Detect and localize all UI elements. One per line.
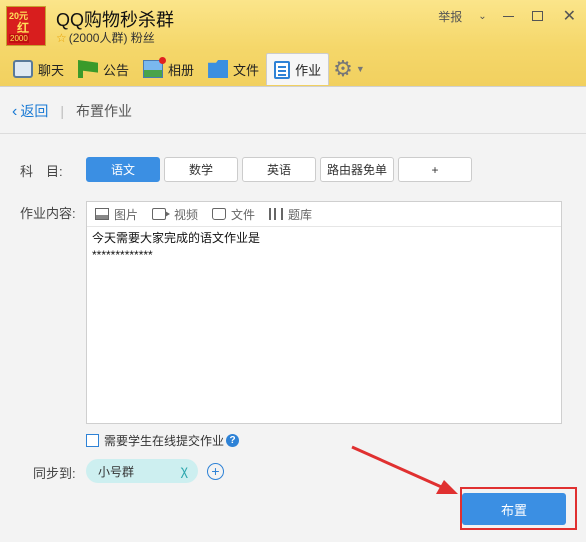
homework-content-text[interactable]: 今天需要大家完成的语文作业是 ************* <box>87 227 561 267</box>
subject-chinese-button[interactable]: 语文 <box>86 157 160 182</box>
tab-notice[interactable]: 公告 <box>71 53 136 85</box>
minimize-icon[interactable] <box>502 15 514 17</box>
sync-group-tag: 小号群 χ <box>86 459 198 483</box>
group-subtitle: ☆ (2000人群) 粉丝 <box>56 29 155 46</box>
page-title: 布置作业 <box>75 103 132 119</box>
question-bank-button[interactable]: 题库 <box>269 206 312 223</box>
subject-english-button[interactable]: 英语 <box>242 157 316 182</box>
file-icon <box>212 208 227 220</box>
tab-label: 公告 <box>103 62 130 78</box>
folder-icon <box>208 60 229 78</box>
tab-bar: 聊天 公告 相册 文件 作业 ⚙ ▼ <box>6 53 365 85</box>
sync-group-name: 小号群 <box>98 464 135 479</box>
group-avatar[interactable]: 20元 红 2000 <box>6 6 46 46</box>
insert-video-button[interactable]: 视频 <box>152 206 198 223</box>
highlight-box <box>460 487 577 530</box>
settings-button[interactable]: ⚙ ▼ <box>333 53 365 85</box>
image-icon <box>95 208 109 220</box>
add-subject-button[interactable]: + <box>398 157 472 182</box>
notice-flag-icon <box>78 60 99 78</box>
insert-image-button[interactable]: 图片 <box>95 206 138 223</box>
tab-label: 作业 <box>295 63 322 78</box>
tab-album[interactable]: 相册 <box>136 53 201 85</box>
report-button[interactable]: 举报 <box>430 8 470 25</box>
online-submit-checkbox[interactable] <box>86 434 99 447</box>
chevron-left-icon: ‹ <box>12 103 18 120</box>
divider <box>0 133 586 134</box>
tab-files[interactable]: 文件 <box>201 53 266 85</box>
maximize-icon[interactable] <box>531 11 543 21</box>
album-icon <box>143 57 167 78</box>
library-icon <box>269 208 284 220</box>
toolbar-label: 图片 <box>114 207 139 222</box>
homework-icon <box>274 60 291 79</box>
subject-router-button[interactable]: 路由器免单 <box>320 157 394 182</box>
chat-icon <box>13 60 33 78</box>
toolbar-label: 文件 <box>231 207 256 222</box>
toolbar-label: 题库 <box>288 207 313 222</box>
tab-label: 相册 <box>168 62 195 78</box>
remove-tag-icon[interactable]: χ <box>181 462 188 478</box>
gear-icon: ⚙ <box>333 56 353 81</box>
close-icon[interactable]: ✕ <box>553 6 586 26</box>
subject-label: 科 目: <box>20 164 63 179</box>
subject-selector: 语文 数学 英语 路由器免单 + <box>86 157 476 182</box>
tab-chat[interactable]: 聊天 <box>6 53 71 85</box>
homework-editor[interactable]: 图片 视频 文件 题库 今天需要大家完成的语文作业是 ************* <box>86 201 562 424</box>
help-icon[interactable]: ? <box>226 434 240 447</box>
avatar-text-bottom: 2000 <box>9 34 29 43</box>
editor-toolbar: 图片 视频 文件 题库 <box>87 202 561 227</box>
tab-label: 聊天 <box>38 62 65 78</box>
tab-homework[interactable]: 作业 <box>266 53 330 85</box>
group-member-count: (2000人群) 粉丝 <box>68 31 155 45</box>
homework-panel: ‹ 返回 | 布置作业 科 目: 语文 数学 英语 路由器免单 + 作业内容: 图… <box>0 86 586 542</box>
back-label: 返回 <box>20 103 49 119</box>
notification-dot <box>159 57 167 64</box>
window-controls: 举报 ⌄ ✕ <box>430 4 586 28</box>
online-submit-label: 需要学生在线提交作业 <box>104 434 225 448</box>
breadcrumb-separator: | <box>60 103 64 119</box>
video-icon <box>152 208 171 220</box>
caret-down-icon: ▼ <box>355 64 365 74</box>
breadcrumb: ‹ 返回 | 布置作业 <box>12 101 132 121</box>
back-button[interactable]: ‹ 返回 <box>12 101 48 121</box>
tab-label: 文件 <box>233 62 260 78</box>
insert-file-button[interactable]: 文件 <box>212 206 255 223</box>
toolbar-label: 视频 <box>174 207 199 222</box>
chevron-down-icon[interactable]: ⌄ <box>470 11 494 22</box>
add-sync-group-button[interactable]: + <box>207 463 224 480</box>
content-label: 作业内容: <box>20 206 76 221</box>
sync-label: 同步到: <box>33 466 76 481</box>
subject-math-button[interactable]: 数学 <box>164 157 238 182</box>
window-header: 20元 红 2000 QQ购物秒杀群 ☆ (2000人群) 粉丝 举报 ⌄ ✕ 聊… <box>0 0 586 86</box>
online-submit-option: 需要学生在线提交作业 ? <box>86 432 240 449</box>
star-icon: ☆ <box>56 31 67 45</box>
